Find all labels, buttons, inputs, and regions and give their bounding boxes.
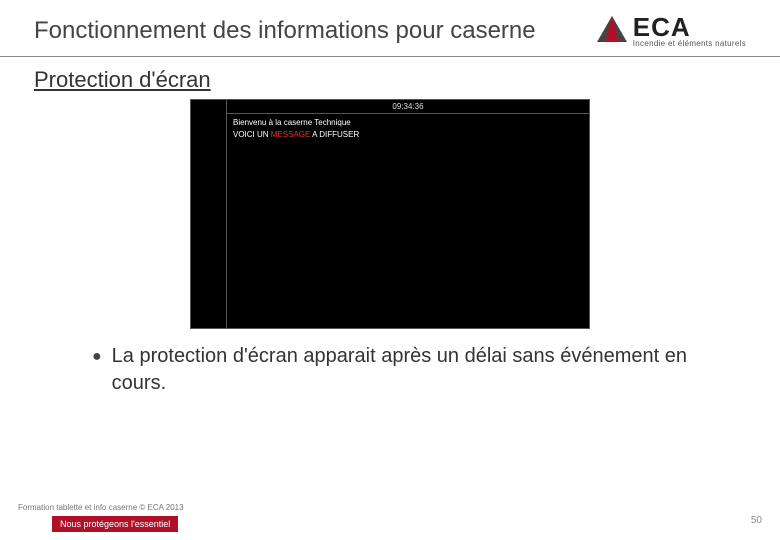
- msg-part-a: VOICI UN: [233, 130, 271, 139]
- logo-main-text: ECA: [633, 14, 746, 40]
- section-title: Protection d'écran: [34, 67, 746, 93]
- page-number: 50: [751, 515, 762, 526]
- msg-highlight: MESSAGE: [271, 130, 311, 139]
- screenshot-message-text: VOICI UN MESSAGE A DIFFUSER: [233, 130, 359, 139]
- bullet-list: ● La protection d'écran apparait après u…: [34, 343, 746, 397]
- content-section: Protection d'écran 09:34:36 Bienvenu à l…: [0, 57, 780, 397]
- msg-part-b: A DIFFUSER: [310, 130, 359, 139]
- slide-header: Fonctionnement des informations pour cas…: [0, 0, 780, 57]
- triangle-icon: [597, 16, 627, 47]
- screenshot-clock: 09:34:36: [227, 100, 589, 114]
- slide-title: Fonctionnement des informations pour cas…: [34, 17, 536, 45]
- footer-slogan: Nous protégeons l'essentiel: [52, 516, 178, 532]
- screensaver-screenshot: 09:34:36 Bienvenu à la caserne Technique…: [190, 99, 590, 329]
- screenshot-welcome-text: Bienvenu à la caserne Technique: [233, 118, 351, 127]
- logo-sub-text: Incendie et éléments naturels: [633, 40, 746, 48]
- list-item: ● La protection d'écran apparait après u…: [92, 343, 706, 397]
- screenshot-sidebar: [191, 100, 227, 328]
- logo-text: ECA Incendie et éléments naturels: [633, 14, 746, 48]
- bullet-text: La protection d'écran apparait après un …: [112, 343, 706, 397]
- footer-copyright: Formation tablette et info caserne © ECA…: [18, 503, 184, 512]
- eca-logo: ECA Incendie et éléments naturels: [597, 14, 746, 48]
- bullet-icon: ●: [92, 343, 102, 397]
